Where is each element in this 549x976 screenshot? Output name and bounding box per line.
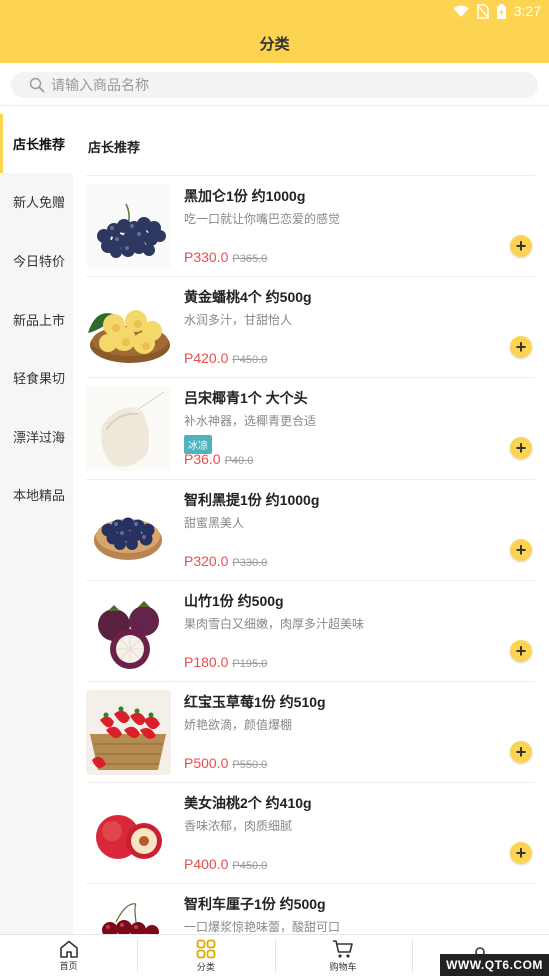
site-watermark: WWW.QT6.COM [440, 954, 549, 976]
product-list: 黑加仑1份 约1000g 吃一口就让你嘴巴恋爱的感觉 P330.0 P365.0 … [86, 176, 535, 976]
product-image-blackcurrant [86, 184, 171, 269]
sidebar-item-daily-deals[interactable]: 今日特价 [0, 231, 73, 290]
product-item[interactable]: 美女油桃2个 约410g 香味浓郁，肉质细腻 P400.0 P450.0 + [86, 783, 535, 885]
product-description: 果肉雪白又细嫩，肉厚多汁超美味 [184, 616, 365, 631]
product-price: P500.0 P550.0 [184, 755, 267, 771]
original-price: P450.0 [232, 354, 268, 367]
product-name: 美女油桃2个 约410g [184, 795, 312, 812]
product-description: 吃一口就让你嘴巴恋爱的感觉 [184, 212, 341, 226]
original-price: P40.0 [224, 455, 254, 468]
product-price: P36.0 P40.0 [184, 451, 253, 467]
sidebar-item-new-arrivals[interactable]: 新品上市 [0, 290, 73, 349]
tab-label: 购物车 [329, 961, 357, 972]
sidebar-item-label: 今日特价 [13, 253, 66, 269]
product-price: P400.0 P450.0 [184, 856, 267, 872]
product-name: 红宝玉草莓1份 约510g [184, 693, 326, 710]
wifi-icon [453, 5, 469, 17]
product-description: 甜蜜黑美人 [184, 515, 245, 530]
product-image-black-grapes [86, 487, 171, 573]
sidebar-item-local-premium[interactable]: 本地精品 [0, 466, 73, 525]
product-name: 吕宋椰青1个 大个头 [184, 390, 308, 407]
product-name: 山竹1份 约500g [184, 592, 284, 609]
page-title: 分类 [259, 36, 290, 53]
sidebar-item-label: 新品上市 [13, 312, 66, 328]
product-image-nectarine [86, 791, 171, 877]
product-name: 黄金蟠桃4个 约500g [184, 289, 312, 306]
product-name: 智利黑提1份 约1000g [184, 491, 320, 508]
tab-home[interactable]: 首页 [0, 935, 137, 976]
current-price: P36.0 [184, 451, 221, 468]
status-time: 3:27 [513, 3, 541, 19]
home-icon [59, 940, 78, 958]
current-price: P330.0 [184, 249, 229, 265]
product-image-strawberries [86, 689, 171, 775]
original-price: P550.0 [232, 758, 268, 771]
status-bar: 3:27 [0, 0, 549, 25]
current-price: P500.0 [184, 754, 229, 771]
search-input[interactable]: 请输入商品名称 [11, 72, 538, 98]
tab-cart[interactable]: 购物车 [274, 935, 412, 976]
product-item[interactable]: 黄金蟠桃4个 约500g 水润多汁，甘甜怡人 P420.0 P450.0 + [86, 277, 535, 379]
product-description: 补水神器，选椰青更合适 [184, 414, 317, 429]
product-price: P420.0 P450.0 [184, 350, 267, 366]
sidebar-item-imported[interactable]: 漂洋过海 [0, 407, 73, 466]
product-description: 一口爆浆惊艳味蕾，酸甜可口 [184, 920, 341, 935]
add-to-cart-button[interactable]: + [510, 842, 532, 865]
app-header: 分类 [0, 25, 549, 63]
sidebar-item-label: 漂洋过海 [13, 429, 66, 445]
sidebar-item-label: 新人免赠 [13, 195, 66, 211]
section-title: 店长推荐 [88, 140, 141, 155]
tab-label: 分类 [196, 961, 215, 972]
product-item[interactable]: 智利黑提1份 约1000g 甜蜜黑美人 P320.0 P330.0 + [86, 480, 535, 581]
original-price: P450.0 [232, 860, 268, 873]
search-icon [29, 77, 45, 93]
product-price: P330.0 P365.0 [184, 249, 267, 265]
battery-icon [496, 3, 506, 19]
no-sim-icon [476, 3, 489, 19]
original-price: P330.0 [232, 556, 268, 569]
add-to-cart-button[interactable]: + [510, 437, 532, 460]
product-item[interactable]: 山竹1份 约500g 果肉雪白又细嫩，肉厚多汁超美味 P180.0 P195.0 … [86, 581, 535, 682]
product-name: 智利车厘子1份 约500g [184, 896, 326, 913]
product-item[interactable]: 红宝玉草莓1份 约510g 娇艳欲滴，颜值爆棚 P500.0 P550.0 + [86, 682, 535, 784]
product-image-coconut [86, 386, 171, 472]
add-to-cart-button[interactable]: + [510, 235, 532, 257]
tab-category[interactable]: 分类 [137, 935, 274, 976]
tab-label: 首页 [59, 960, 78, 971]
product-image-golden-flat-peach [86, 285, 171, 371]
current-price: P420.0 [184, 350, 229, 367]
sidebar-item-recommended[interactable]: 店长推荐 [0, 114, 73, 173]
add-to-cart-button[interactable]: + [510, 740, 532, 763]
current-price: P320.0 [184, 552, 229, 569]
add-to-cart-button[interactable]: + [510, 336, 532, 359]
current-price: P180.0 [184, 653, 229, 670]
product-price: P180.0 P195.0 [184, 654, 267, 670]
product-description: 水润多汁，甘甜怡人 [184, 313, 293, 328]
current-price: P400.0 [184, 856, 229, 873]
product-item[interactable]: 黑加仑1份 约1000g 吃一口就让你嘴巴恋爱的感觉 P330.0 P365.0 … [86, 176, 535, 278]
product-price: P320.0 P330.0 [184, 553, 267, 569]
sidebar-item-fruit-cuts[interactable]: 轻食果切 [0, 348, 73, 407]
sidebar-item-newcomer-gift[interactable]: 新人免赠 [0, 173, 73, 232]
category-sidebar: 店长推荐 新人免赠 今日特价 新品上市 轻食果切 漂洋过海 本地精品 [0, 114, 73, 934]
sidebar-item-label: 轻食果切 [13, 371, 66, 387]
product-item[interactable]: 吕宋椰青1个 大个头 补水神器，选椰青更合适 冰凉 P36.0 P40.0 + [86, 378, 535, 480]
sidebar-item-label: 店长推荐 [13, 136, 66, 152]
product-name: 黑加仑1份 约1000g [184, 188, 306, 204]
product-description: 娇艳欲滴，颜值爆棚 [184, 717, 293, 732]
add-to-cart-button[interactable]: + [510, 639, 532, 662]
product-description: 香味浓郁，肉质细腻 [184, 819, 293, 834]
sidebar-item-label: 本地精品 [13, 488, 66, 504]
search-bar-area: 请输入商品名称 [0, 63, 549, 106]
cart-icon [333, 939, 353, 958]
original-price: P195.0 [232, 657, 268, 670]
category-grid-icon [196, 939, 216, 958]
product-image-mangosteen [86, 588, 171, 674]
search-placeholder: 请输入商品名称 [51, 77, 149, 93]
add-to-cart-button[interactable]: + [510, 538, 532, 561]
status-icons: 3:27 [453, 3, 541, 19]
original-price: P365.0 [232, 253, 268, 265]
